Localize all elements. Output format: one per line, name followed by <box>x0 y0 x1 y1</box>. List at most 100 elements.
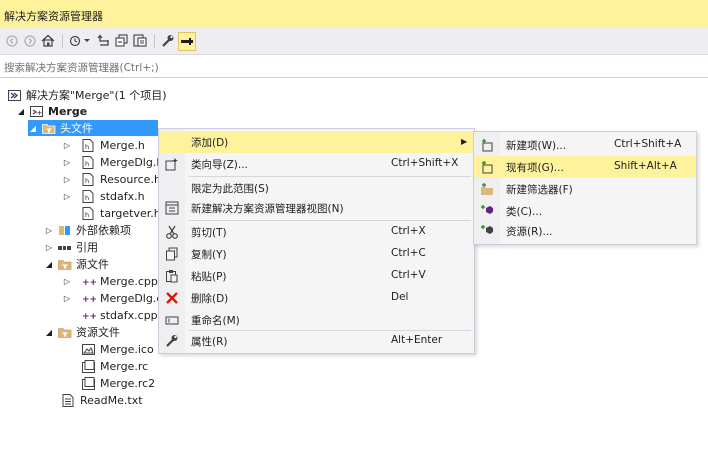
menu-item-paste[interactable]: 粘贴(P) Ctrl+V <box>159 265 474 287</box>
tree-folder-headers[interactable]: ◢ 头文件 <box>28 120 158 136</box>
menu-item-label: 类(C)... <box>506 206 543 218</box>
tree-file-readme[interactable]: ReadMe.txt <box>62 392 143 408</box>
tree-file-stdafx-h[interactable]: ▷ h stdafx.h <box>62 188 145 204</box>
menu-item-delete[interactable]: 删除(D) Del <box>159 287 474 309</box>
menu-item-label: 复制(Y) <box>191 249 227 261</box>
tree-folder-headers-label: 头文件 <box>60 122 93 135</box>
menu-item-rename[interactable]: 重命名(M) <box>159 309 474 331</box>
menu-item-shortcut: Ctrl+C <box>391 247 426 259</box>
tree-file-label: Merge.cpp <box>100 274 158 288</box>
search-input[interactable]: 搜索解决方案资源管理器(Ctrl+;) <box>4 60 159 75</box>
collapsed-arrow-icon[interactable]: ▷ <box>62 294 72 303</box>
menu-item-label: 重命名(M) <box>191 315 240 327</box>
tree-file-stdafx-cpp[interactable]: ++ stdafx.cpp <box>72 307 158 323</box>
collapsed-arrow-icon[interactable]: ▷ <box>62 175 72 184</box>
collapsed-arrow-icon[interactable]: ▷ <box>62 158 72 167</box>
back-icon[interactable] <box>4 32 20 49</box>
tree-file-merge-cpp[interactable]: ▷ ++ Merge.cpp <box>62 273 158 289</box>
submenu-item-new-item[interactable]: 新建项(W)... Ctrl+Shift+A <box>474 134 696 156</box>
menu-item-label: 粘贴(P) <box>191 271 227 283</box>
tree-file-label: Merge.ico <box>100 342 154 356</box>
expanded-arrow-icon[interactable]: ◢ <box>28 124 38 133</box>
filter-folder-icon <box>58 326 72 339</box>
tree-file-label: stdafx.cpp <box>100 308 158 322</box>
new-view-icon <box>165 201 179 215</box>
sync-icon[interactable] <box>96 32 112 49</box>
expanded-arrow-icon[interactable]: ◢ <box>16 107 26 116</box>
menu-item-shortcut: Ctrl+V <box>391 269 426 281</box>
menu-item-properties[interactable]: 属性(R) Alt+Enter <box>159 330 474 352</box>
tree-file-merge-rc[interactable]: Merge.rc <box>72 358 148 374</box>
collapsed-arrow-icon[interactable]: ▷ <box>62 192 72 201</box>
tree-folder-resources[interactable]: ◢ 资源文件 <box>44 324 120 340</box>
menu-item-new-view[interactable]: 新建解决方案资源管理器视图(N) <box>159 197 474 219</box>
tree-file-merge-rc2[interactable]: Merge.rc2 <box>72 375 155 391</box>
submenu-item-resource[interactable]: 资源(R)... <box>474 220 696 242</box>
collapse-all-icon[interactable] <box>114 32 130 49</box>
history-icon[interactable] <box>68 32 92 49</box>
home-icon[interactable] <box>40 32 56 49</box>
tree-file-label: Merge.rc2 <box>100 376 156 390</box>
properties-icon[interactable] <box>160 32 176 49</box>
tree-file-mergedlg-h[interactable]: ▷ h MergeDlg.h <box>62 154 163 170</box>
menu-item-label: 新建项(W)... <box>506 140 567 152</box>
forward-icon[interactable] <box>22 32 38 49</box>
search-box[interactable]: 搜索解决方案资源管理器(Ctrl+;) <box>0 55 708 78</box>
submenu-item-new-filter[interactable]: 新建筛选器(F) <box>474 178 696 200</box>
existing-item-icon <box>480 160 494 174</box>
class-wizard-icon <box>165 157 179 171</box>
cpp-project-icon: + <box>30 105 44 118</box>
tree-file-label: ReadMe.txt <box>80 393 143 407</box>
submenu-item-existing-item[interactable]: 现有项(G)... Shift+Alt+A <box>474 156 696 178</box>
collapsed-arrow-icon[interactable]: ▷ <box>44 243 54 252</box>
menu-item-cut[interactable]: 剪切(T) Ctrl+X <box>159 221 474 243</box>
pin-icon[interactable] <box>178 32 196 51</box>
header-file-icon: h <box>82 155 96 169</box>
menu-item-label: 新建解决方案资源管理器视图(N) <box>191 203 344 215</box>
submenu-item-class[interactable]: 类(C)... <box>474 200 696 222</box>
svg-text:++: ++ <box>82 295 96 305</box>
show-all-files-icon[interactable] <box>132 32 148 49</box>
menu-item-scope-to-this[interactable]: 限定为此范围(S) <box>159 177 474 199</box>
expanded-arrow-icon[interactable]: ◢ <box>44 328 54 337</box>
svg-text:h: h <box>85 177 89 185</box>
new-item-icon <box>480 138 494 152</box>
collapsed-arrow-icon[interactable]: ▷ <box>62 277 72 286</box>
tree-references[interactable]: ▷ 引用 <box>44 239 98 255</box>
tree-file-resource-h[interactable]: ▷ h Resource.h <box>62 171 161 187</box>
header-file-icon: h <box>82 172 96 186</box>
tree-project[interactable]: ◢ + Merge <box>16 103 87 119</box>
scissors-icon <box>165 225 179 239</box>
svg-text:++: ++ <box>82 278 96 288</box>
collapsed-arrow-icon[interactable]: ▷ <box>44 226 54 235</box>
tree-solution[interactable]: 解决方案"Merge"(1 个项目) <box>8 87 167 103</box>
window-titlebar: 解决方案资源管理器 <box>0 0 708 28</box>
delete-icon <box>165 291 179 305</box>
svg-text:h: h <box>85 211 89 219</box>
submenu-arrow-icon: ▶ <box>461 137 468 146</box>
menu-item-class-wizard[interactable]: 类向导(Z)... Ctrl+Shift+X <box>159 153 474 175</box>
tree-file-targetver-h[interactable]: h targetver.h <box>72 205 161 221</box>
external-deps-icon <box>58 224 72 237</box>
menu-item-shortcut: Alt+Enter <box>391 334 443 346</box>
toolbar-separator <box>62 34 63 48</box>
add-submenu: 新建项(W)... Ctrl+Shift+A 现有项(G)... Shift+A… <box>473 131 697 245</box>
menu-item-copy[interactable]: 复制(Y) Ctrl+C <box>159 243 474 265</box>
tree-file-merge-h[interactable]: ▷ h Merge.h <box>62 137 145 153</box>
menu-item-shortcut: Del <box>391 291 409 303</box>
tree-folder-sources[interactable]: ◢ 源文件 <box>44 256 109 272</box>
header-file-icon: h <box>82 138 96 152</box>
collapsed-arrow-icon[interactable]: ▷ <box>62 141 72 150</box>
copy-icon <box>165 247 179 261</box>
svg-text:+: + <box>37 109 43 117</box>
tree-external-deps[interactable]: ▷ 外部依赖项 <box>44 222 131 238</box>
tree-folder-sources-label: 源文件 <box>76 258 109 271</box>
toolbar-separator <box>154 34 155 48</box>
menu-item-add[interactable]: 添加(D) ▶ <box>159 131 474 153</box>
menu-item-label: 资源(R)... <box>506 226 553 238</box>
expanded-arrow-icon[interactable]: ◢ <box>44 260 54 269</box>
rename-icon <box>165 313 179 327</box>
menu-item-shortcut: Shift+Alt+A <box>614 160 677 172</box>
resource-file-icon <box>82 376 96 390</box>
tree-file-merge-ico[interactable]: Merge.ico <box>72 341 154 357</box>
